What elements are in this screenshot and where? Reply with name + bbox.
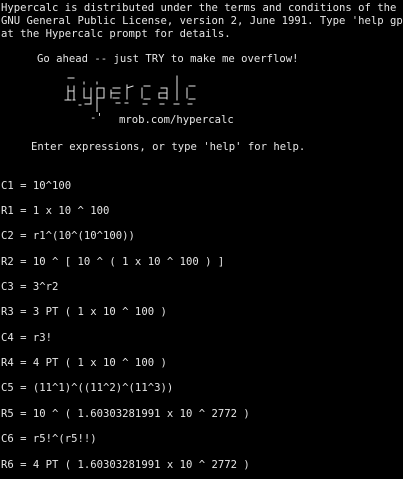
entry-c1: C1 = 10^100 [1,180,72,192]
entry-r4: R4 = 4 PT ( 1 x 10 ^ 100 ) [1,357,167,369]
license-line-2: GNU General Public License, version 2, J… [1,15,403,27]
terminal-window[interactable]: Hypercalc is distributed under the terms… [0,0,403,479]
banner-tick: -' [90,112,103,124]
entry-c2: C2 = r1^(10^(10^100)) [1,230,135,242]
overflow-prompt: Go ahead -- just TRY to make me overflow… [37,53,299,65]
license-line-1: Hypercalc is distributed under the terms… [1,2,397,14]
hypercalc-ascii-logo [64,75,196,112]
hypercalc-url: mrob.com/hypercalc [119,114,234,126]
entry-c5: C5 = (11^1)^((11^2)^(11^3)) [1,382,174,394]
entry-r2: R2 = 10 ^ [ 10 ^ ( 1 x 10 ^ 100 ) ] [1,256,225,268]
license-line-3: at the Hypercalc prompt for details. [1,28,231,40]
hypercalc-banner: -' mrob.com/hypercalc [64,70,254,126]
entry-r3: R3 = 3 PT ( 1 x 10 ^ 100 ) [1,306,167,318]
entry-c4: C4 = r3! [1,332,53,344]
help-prompt: Enter expressions, or type 'help' for he… [31,141,306,153]
entry-r1: R1 = 1 x 10 ^ 100 [1,205,110,217]
entry-c6: C6 = r5!^(r5!!) [1,433,97,445]
entry-r5: R5 = 10 ^ ( 1.60303281991 x 10 ^ 2772 ) [1,408,250,420]
entry-c3: C3 = 3^r2 [1,281,59,293]
entry-r6: R6 = 4 PT ( 1.60303281991 x 10 ^ 2772 ) [1,459,250,471]
